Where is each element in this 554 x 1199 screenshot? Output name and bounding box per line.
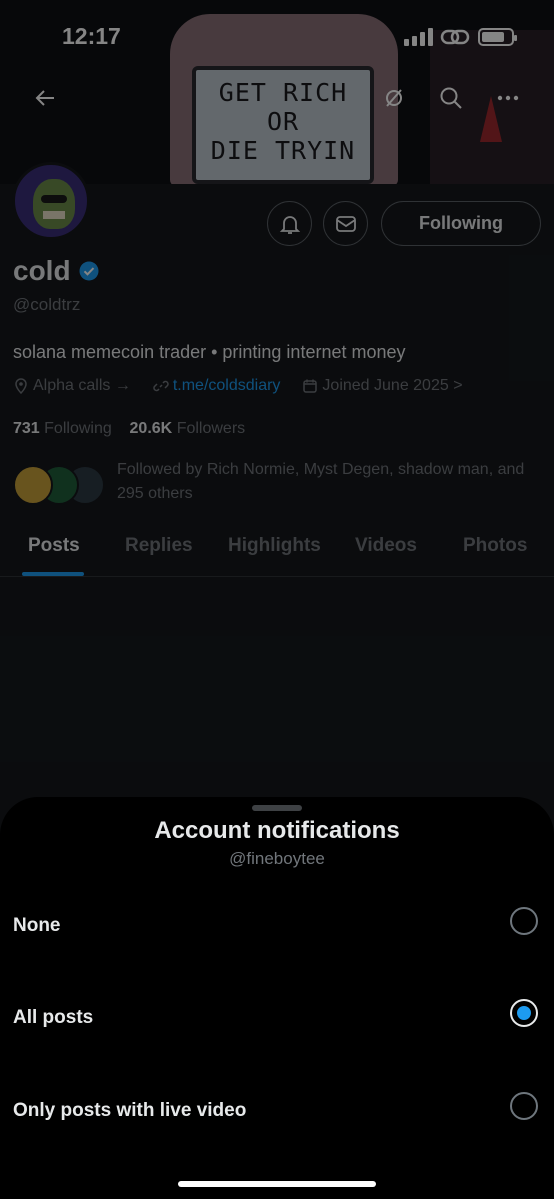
radio-all-posts[interactable] bbox=[510, 999, 538, 1027]
radio-live-video[interactable] bbox=[510, 1092, 538, 1120]
option-all-posts[interactable]: All posts bbox=[0, 989, 554, 1049]
sheet-title: Account notifications bbox=[154, 817, 400, 844]
radio-none[interactable] bbox=[510, 907, 538, 935]
option-label: Only posts with live video bbox=[13, 1100, 247, 1121]
sheet-subtitle: @fineboytee bbox=[229, 849, 325, 868]
option-live-video[interactable]: Only posts with live video bbox=[0, 1082, 554, 1142]
option-none[interactable]: None bbox=[0, 897, 554, 957]
option-label: All posts bbox=[13, 1007, 94, 1028]
sheet-grabber[interactable] bbox=[252, 805, 302, 811]
home-indicator[interactable] bbox=[178, 1181, 376, 1187]
option-label: None bbox=[13, 915, 61, 936]
